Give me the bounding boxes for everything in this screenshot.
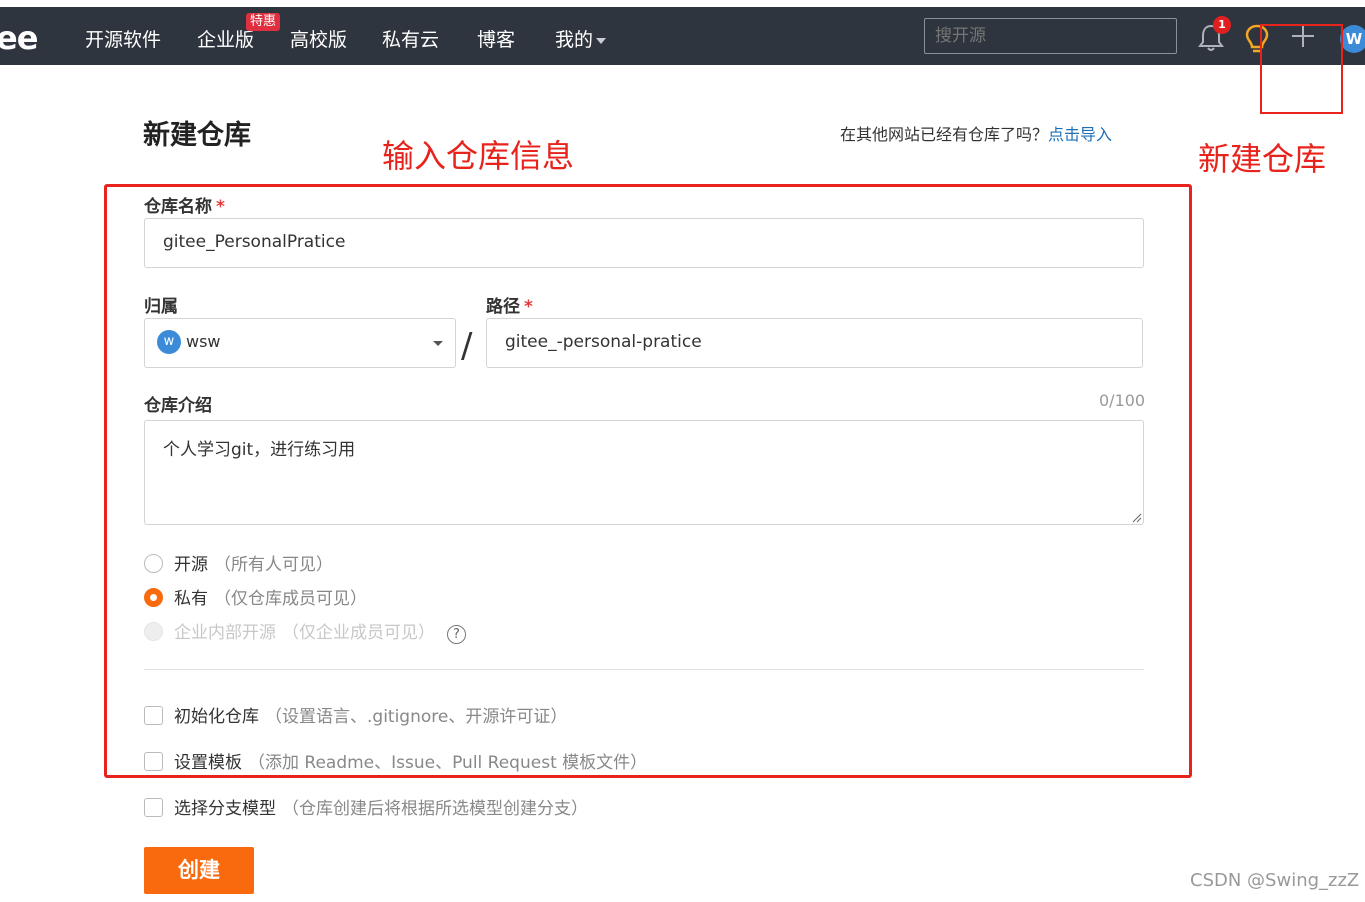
radio-button-disabled: [144, 622, 163, 641]
path-label: 路径 *: [486, 297, 533, 317]
checkbox[interactable]: [144, 752, 163, 771]
visibility-enterprise-option: 企业内部开源 （仅企业成员可见）?: [144, 618, 466, 644]
init-repo-option[interactable]: 初始化仓库 （设置语言、.gitignore、开源许可证）: [144, 702, 567, 727]
chevron-down-icon: [596, 37, 607, 44]
required-mark: *: [216, 197, 225, 217]
owner-label: 归属: [144, 297, 178, 317]
watermark: CSDN @Swing_zzZ: [1190, 870, 1360, 891]
question-help-icon[interactable]: ?: [447, 625, 466, 644]
owner-name: wsw: [186, 332, 221, 351]
description-char-counter: 0/100: [1099, 391, 1146, 410]
branch-model-option[interactable]: 选择分支模型 （仓库创建后将根据所选模型创建分支）: [144, 794, 588, 819]
nav-private-cloud[interactable]: 私有云: [382, 25, 439, 52]
nav-mine-dropdown[interactable]: 我的: [555, 25, 607, 52]
notification-badge: 1: [1213, 16, 1231, 34]
visibility-private-option[interactable]: 私有 （仅仓库成员可见）: [144, 584, 367, 609]
import-hint-text: 在其他网站已经有仓库了吗？: [840, 125, 1049, 144]
import-link[interactable]: 点击导入: [1048, 125, 1112, 144]
create-button[interactable]: 创建: [144, 847, 254, 894]
description-label: 仓库介绍: [144, 396, 212, 416]
repo-name-label: 仓库名称 *: [144, 197, 225, 217]
nav-education[interactable]: 高校版: [290, 25, 347, 52]
nav-open-source[interactable]: 开源软件: [85, 25, 161, 52]
checkbox[interactable]: [144, 798, 163, 817]
radio-button[interactable]: [144, 554, 163, 573]
import-hint: 在其他网站已经有仓库了吗？点击导入: [840, 121, 1112, 145]
owner-avatar: w: [157, 330, 181, 354]
divider: [144, 669, 1144, 670]
nav-mine-label: 我的: [555, 29, 594, 51]
annotation-form-note: 输入仓库信息: [382, 137, 575, 175]
repo-name-input[interactable]: gitee_PersonalPratice: [144, 218, 1144, 268]
caret-down-icon: [433, 341, 443, 346]
radio-button-checked[interactable]: [144, 588, 163, 607]
checkbox[interactable]: [144, 706, 163, 725]
top-strip: [0, 0, 1365, 7]
top-navbar: ee 开源软件 企业版 特惠 高校版 私有云 博客 我的 1 W: [0, 7, 1365, 65]
visibility-open-option[interactable]: 开源 （所有人可见）: [144, 550, 333, 575]
path-separator: /: [461, 326, 473, 366]
template-option[interactable]: 设置模板 （添加 Readme、Issue、Pull Request 模板文件）: [144, 748, 647, 773]
resize-grip-icon[interactable]: [1131, 512, 1142, 523]
user-avatar[interactable]: W: [1340, 25, 1365, 53]
enterprise-promo-badge: 特惠: [246, 13, 281, 31]
nav-blog[interactable]: 博客: [477, 25, 515, 52]
annotation-box-plus: [1260, 24, 1343, 114]
gitee-logo[interactable]: ee: [0, 19, 38, 57]
search-input[interactable]: [924, 18, 1177, 54]
description-textarea[interactable]: 个人学习git，进行练习用: [144, 420, 1144, 525]
required-mark: *: [524, 297, 533, 317]
annotation-plus-note: 新建仓库: [1198, 140, 1327, 178]
page-title: 新建仓库: [143, 120, 251, 151]
path-input[interactable]: gitee_-personal-pratice: [486, 318, 1143, 368]
